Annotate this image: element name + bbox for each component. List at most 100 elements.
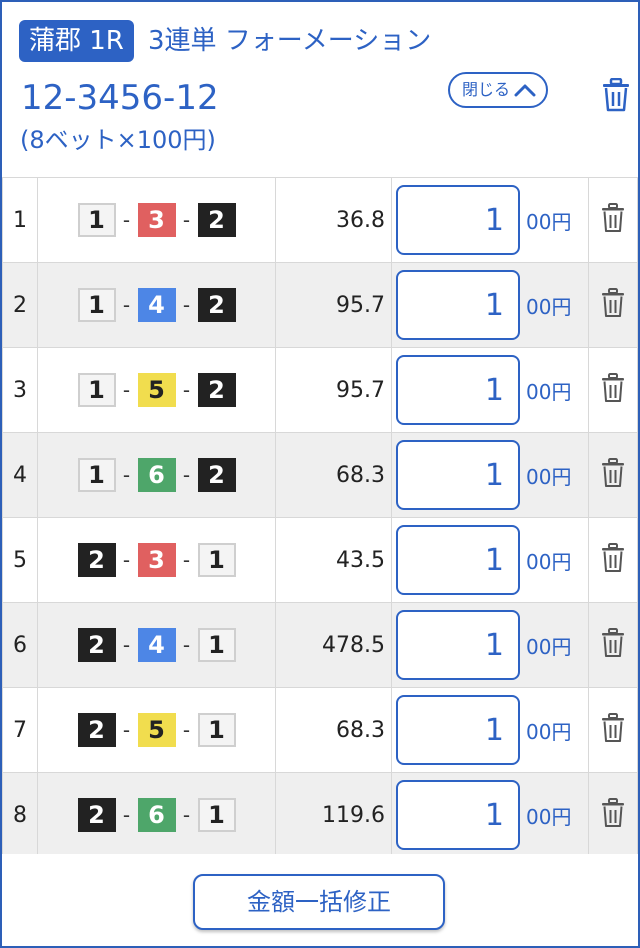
bet-row: 62-4-1478.500円	[2, 602, 638, 688]
boat-first: 2	[77, 798, 116, 832]
combination-cell: 2-4-1	[37, 602, 276, 688]
odds-value: 68.3	[275, 432, 392, 518]
boat-second: 3	[137, 543, 176, 577]
delete-row-cell	[588, 772, 638, 858]
separator: -	[182, 718, 191, 742]
bet-summary: (8ベット×100円)	[20, 126, 216, 154]
boat-third: 2	[197, 458, 236, 492]
separator: -	[122, 208, 131, 232]
boat-third: 1	[197, 628, 236, 662]
amount-cell: 00円	[391, 517, 589, 603]
separator: -	[122, 463, 131, 487]
amount-input[interactable]	[396, 780, 520, 850]
combination-cell: 2-3-1	[37, 517, 276, 603]
separator: -	[182, 548, 191, 572]
separator: -	[182, 633, 191, 657]
boat-third: 1	[197, 713, 236, 747]
separator: -	[122, 293, 131, 317]
boat-third: 1	[197, 543, 236, 577]
venue-race-badge: 蒲郡 1R	[19, 20, 134, 62]
trash-icon[interactable]	[601, 628, 625, 658]
amount-input[interactable]	[396, 525, 520, 595]
boat-first: 1	[77, 458, 116, 492]
delete-row-cell	[588, 517, 638, 603]
row-number: 3	[2, 347, 38, 433]
separator: -	[182, 463, 191, 487]
boat-third: 2	[197, 373, 236, 407]
boat-first: 1	[77, 373, 116, 407]
trash-icon[interactable]	[601, 288, 625, 318]
separator: -	[122, 633, 131, 657]
odds-value: 119.6	[275, 772, 392, 858]
row-number: 2	[2, 262, 38, 348]
amount-unit: 00円	[526, 294, 572, 319]
bulk-edit-amount-button[interactable]: 金額一括修正	[193, 874, 445, 930]
amount-cell: 00円	[391, 177, 589, 263]
odds-value: 43.5	[275, 517, 392, 603]
amount-unit: 00円	[526, 464, 572, 489]
bet-row: 21-4-295.700円	[2, 262, 638, 348]
row-number: 6	[2, 602, 38, 688]
amount-cell: 00円	[391, 432, 589, 518]
odds-value: 68.3	[275, 687, 392, 773]
boat-second: 5	[137, 373, 176, 407]
boat-first: 1	[77, 203, 116, 237]
amount-input[interactable]	[396, 270, 520, 340]
delete-row-cell	[588, 262, 638, 348]
amount-input[interactable]	[396, 695, 520, 765]
amount-cell: 00円	[391, 347, 589, 433]
odds-value: 95.7	[275, 347, 392, 433]
bet-row: 82-6-1119.600円	[2, 772, 638, 858]
combination-cell: 1-5-2	[37, 347, 276, 433]
bet-row: 11-3-236.8 00円	[2, 177, 638, 263]
trash-icon[interactable]	[601, 713, 625, 743]
row-number: 7	[2, 687, 38, 773]
amount-unit: 00円	[526, 634, 572, 659]
separator: -	[182, 293, 191, 317]
bet-row: 31-5-295.700円	[2, 347, 638, 433]
trash-icon[interactable]	[601, 458, 625, 488]
combination-cell: 1-4-2	[37, 262, 276, 348]
close-button[interactable]: 閉じる	[448, 72, 548, 108]
boat-second: 6	[137, 458, 176, 492]
separator: -	[122, 803, 131, 827]
trash-icon[interactable]	[601, 798, 625, 828]
boat-second: 4	[137, 628, 176, 662]
trash-icon[interactable]	[601, 373, 625, 403]
amount-input[interactable]	[396, 355, 520, 425]
amount-unit: 00円	[526, 804, 572, 829]
separator: -	[182, 208, 191, 232]
boat-first: 2	[77, 628, 116, 662]
delete-row-cell	[588, 432, 638, 518]
row-number: 8	[2, 772, 38, 858]
bet-row: 52-3-143.500円	[2, 517, 638, 603]
separator: -	[182, 378, 191, 402]
amount-cell: 00円	[391, 602, 589, 688]
amount-unit: 00円	[526, 209, 572, 234]
amount-input[interactable]	[396, 185, 520, 255]
separator: -	[122, 718, 131, 742]
boat-third: 2	[197, 288, 236, 322]
amount-input[interactable]	[396, 610, 520, 680]
trash-icon[interactable]	[602, 78, 630, 112]
odds-value: 36.8	[275, 177, 392, 263]
boat-third: 1	[197, 798, 236, 832]
bets-table: 11-3-236.800円21-4-295.700円31-5-295.700円4…	[2, 177, 638, 858]
trash-icon[interactable]	[601, 203, 625, 233]
amount-cell: 00円	[391, 687, 589, 773]
amount-cell: 00円	[391, 262, 589, 348]
separator: -	[122, 378, 131, 402]
combination-cell: 2-6-1	[37, 772, 276, 858]
amount-input[interactable]	[396, 440, 520, 510]
amount-cell: 00円	[391, 772, 589, 858]
footer: 金額一括修正	[2, 854, 638, 946]
combination-cell: 1-3-2	[37, 177, 276, 263]
combination-cell: 1-6-2	[37, 432, 276, 518]
amount-unit: 00円	[526, 379, 572, 404]
boat-first: 2	[77, 713, 116, 747]
trash-icon[interactable]	[601, 543, 625, 573]
boat-second: 3	[137, 203, 176, 237]
bet-row: 72-5-168.300円	[2, 687, 638, 773]
odds-value: 478.5	[275, 602, 392, 688]
amount-unit: 00円	[526, 549, 572, 574]
